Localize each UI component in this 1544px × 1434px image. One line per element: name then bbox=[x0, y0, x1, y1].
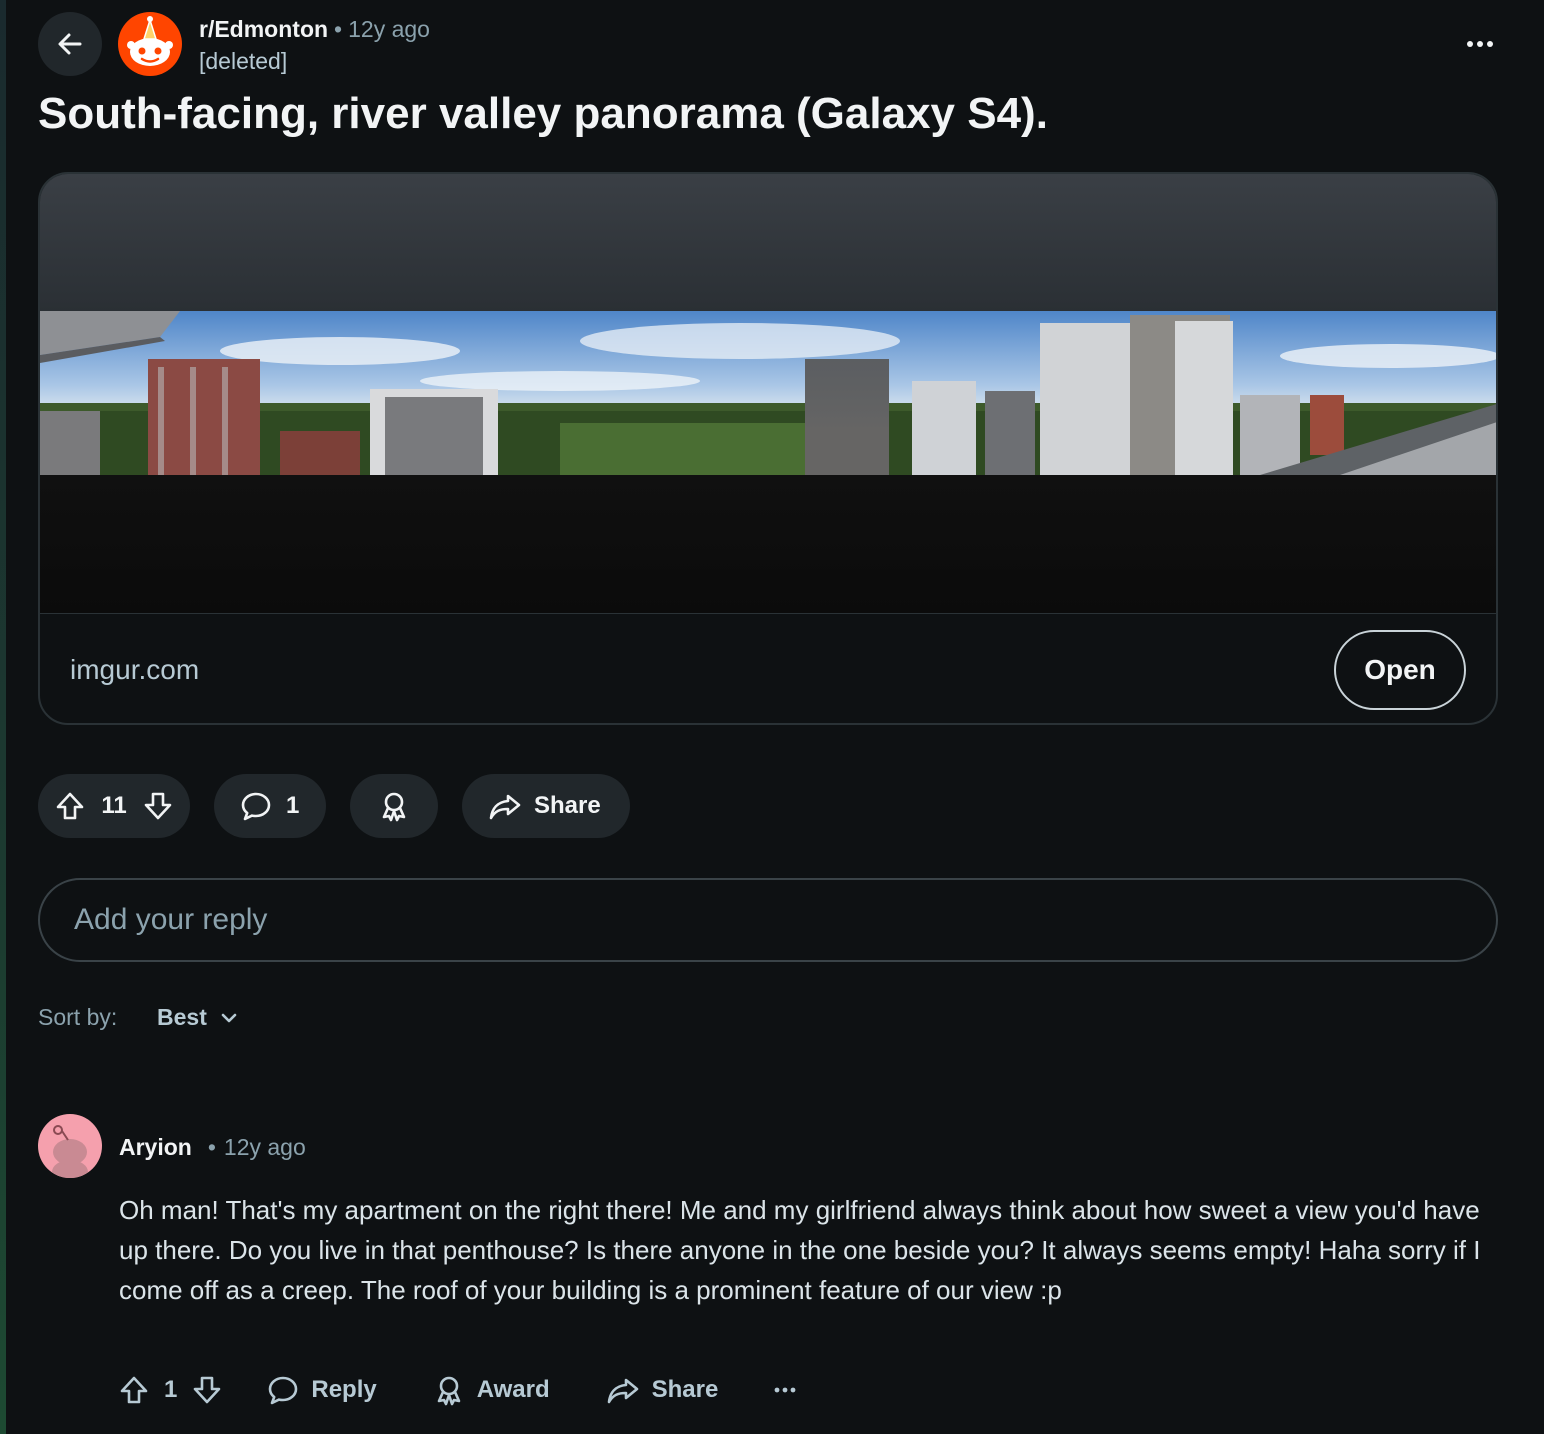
comment-count: 1 bbox=[286, 792, 300, 819]
share-arrow-icon bbox=[606, 1374, 640, 1406]
award-ribbon-icon bbox=[378, 790, 410, 822]
back-arrow-icon bbox=[54, 28, 86, 60]
share-button[interactable]: Share bbox=[462, 774, 630, 838]
window-edge bbox=[0, 0, 6, 1434]
share-label: Share bbox=[534, 792, 601, 819]
vote-score: 11 bbox=[101, 792, 127, 819]
comment-age: 12y ago bbox=[223, 1134, 306, 1160]
award-button[interactable] bbox=[350, 774, 438, 838]
comment-author[interactable]: Aryion bbox=[119, 1134, 192, 1160]
reply-input[interactable]: Add your reply bbox=[38, 878, 1498, 962]
chevron-down-icon bbox=[219, 1008, 239, 1028]
downvote-arrow-icon[interactable] bbox=[191, 1374, 223, 1406]
comment-reply-button[interactable]: Reply bbox=[267, 1374, 377, 1406]
comment-score: 1 bbox=[164, 1376, 178, 1403]
user-avatar-icon bbox=[52, 1125, 88, 1178]
comment-body: Oh man! That's my apartment on the right… bbox=[119, 1195, 1481, 1305]
sort-label: Sort by: bbox=[38, 1004, 118, 1030]
meta-separator: • bbox=[334, 16, 343, 42]
vote-control: 11 bbox=[38, 774, 190, 838]
post-title: South-facing, river valley panorama (Gal… bbox=[38, 89, 1048, 138]
upvote-arrow-icon[interactable] bbox=[54, 790, 86, 822]
back-button[interactable] bbox=[38, 12, 102, 76]
comment-actions: 1 Reply Award Share bbox=[118, 1368, 796, 1412]
link-preview-card[interactable]: imgur.com Open bbox=[38, 172, 1498, 725]
more-horizontal-icon bbox=[774, 1386, 796, 1394]
post-more-button[interactable] bbox=[1458, 22, 1502, 66]
comment-award-button[interactable]: Award bbox=[433, 1374, 550, 1406]
subreddit-avatar[interactable] bbox=[118, 12, 182, 76]
link-domain[interactable]: imgur.com bbox=[70, 654, 199, 686]
snoo-icon bbox=[127, 16, 173, 66]
speech-bubble-icon bbox=[240, 790, 272, 822]
sort-value: Best bbox=[157, 1004, 207, 1030]
upvote-arrow-icon[interactable] bbox=[118, 1374, 150, 1406]
meta-separator: • bbox=[207, 1134, 216, 1160]
sort-dropdown[interactable]: Best bbox=[157, 1004, 239, 1031]
post-meta: r/Edmonton • 12y ago bbox=[199, 14, 430, 44]
panorama-image bbox=[40, 311, 1496, 475]
comment-more-button[interactable] bbox=[774, 1386, 796, 1394]
comment-vote-control: 1 bbox=[118, 1374, 223, 1406]
share-label: Share bbox=[651, 1376, 719, 1403]
comments-button[interactable]: 1 bbox=[214, 774, 326, 838]
comment-avatar[interactable] bbox=[38, 1114, 102, 1178]
award-ribbon-icon bbox=[433, 1374, 465, 1406]
more-horizontal-icon bbox=[1466, 40, 1494, 48]
subreddit-name[interactable]: r/Edmonton bbox=[199, 16, 328, 42]
comment-share-button[interactable]: Share bbox=[606, 1374, 719, 1406]
post-age: 12y ago bbox=[348, 16, 430, 42]
share-arrow-icon bbox=[488, 790, 522, 822]
post-author: [deleted] bbox=[199, 48, 288, 74]
reply-placeholder: Add your reply bbox=[74, 903, 268, 936]
award-label: Award bbox=[476, 1376, 550, 1403]
downvote-arrow-icon[interactable] bbox=[142, 790, 174, 822]
comment-meta: Aryion • 12y ago bbox=[119, 1132, 306, 1162]
image-preview[interactable] bbox=[40, 174, 1496, 614]
reply-label: Reply bbox=[311, 1376, 377, 1403]
open-link-button[interactable]: Open bbox=[1334, 630, 1466, 710]
speech-bubble-icon bbox=[267, 1374, 299, 1406]
